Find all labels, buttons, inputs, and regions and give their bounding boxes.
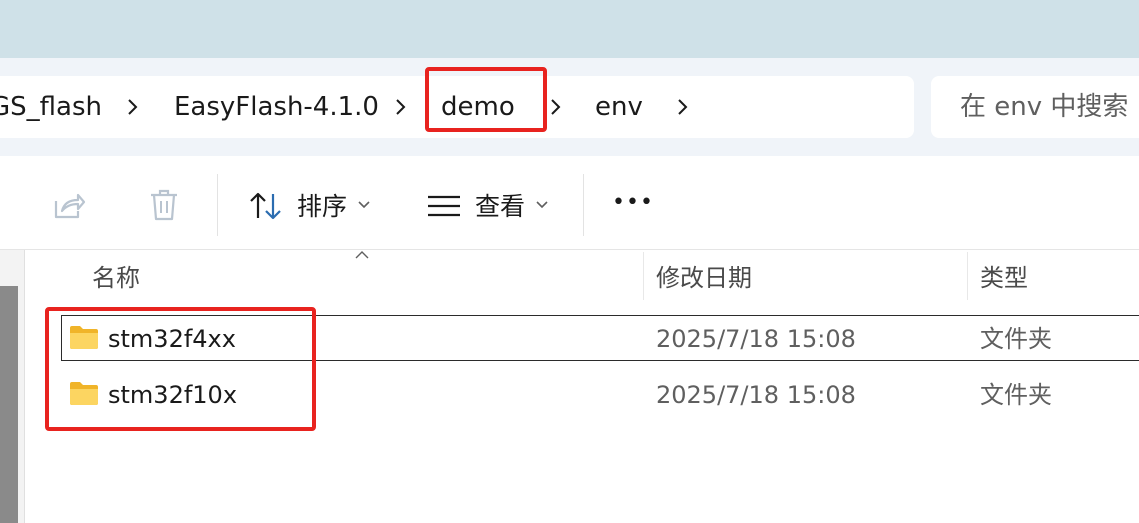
file-type: 文件夹: [980, 325, 1052, 353]
chevron-right-icon[interactable]: [670, 95, 694, 119]
more-options-button[interactable]: •••: [612, 186, 654, 220]
toolbar-separator: [217, 174, 218, 236]
search-placeholder: 在 env 中搜索: [960, 92, 1129, 122]
chevron-right-icon[interactable]: [388, 95, 412, 119]
sort-ascending-indicator-icon: [355, 251, 369, 259]
chevron-down-icon[interactable]: [356, 198, 372, 212]
file-type: 文件夹: [980, 381, 1052, 409]
column-header-modified[interactable]: 修改日期: [656, 262, 752, 294]
highlight-box-demo: [425, 67, 547, 132]
column-separator[interactable]: [643, 252, 644, 300]
view-button[interactable]: 查看: [475, 190, 525, 224]
file-modified-date: 2025/7/18 15:08: [656, 325, 856, 353]
delete-icon[interactable]: [148, 188, 180, 222]
breadcrumb-item-env[interactable]: env: [595, 90, 643, 124]
column-header-name[interactable]: 名称: [92, 262, 140, 294]
pane-divider: [24, 250, 25, 523]
highlight-box-folders: [45, 307, 316, 431]
breadcrumb-item-gs-flash[interactable]: GS_flash: [0, 90, 102, 124]
title-bar: [0, 0, 1139, 58]
share-icon[interactable]: [52, 189, 86, 221]
column-separator[interactable]: [967, 252, 968, 300]
column-header-type[interactable]: 类型: [980, 262, 1028, 294]
navigation-scrollbar[interactable]: [0, 286, 18, 523]
sort-button[interactable]: 排序: [297, 190, 347, 224]
chevron-down-icon[interactable]: [534, 198, 550, 212]
sort-icon[interactable]: [248, 190, 284, 222]
chevron-right-icon[interactable]: [120, 95, 144, 119]
toolbar-separator: [583, 174, 584, 236]
file-modified-date: 2025/7/18 15:08: [656, 381, 856, 409]
breadcrumb-item-easyflash[interactable]: EasyFlash-4.1.0: [174, 90, 379, 124]
view-icon[interactable]: [426, 194, 462, 218]
